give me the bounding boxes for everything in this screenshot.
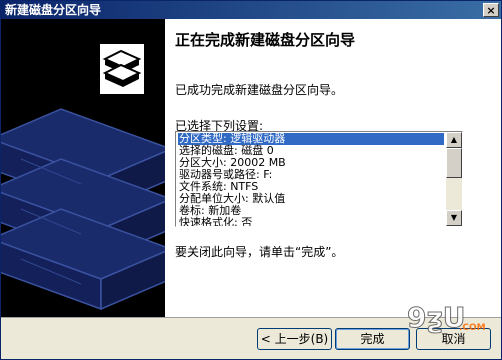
settings-line: 快速格式化: 否 [179,216,253,227]
disk-stack-illustration [1,19,165,317]
back-button[interactable]: < 上一步(B) [257,328,332,350]
wizard-content: 正在完成新建磁盘分区向导 已成功完成新建磁盘分区向导。 已选择下列设置: 分区类… [165,19,501,317]
wizard-window: 新建磁盘分区向导 × 正在完成新建磁盘分区向导 已成功完成新建磁盘分区向导。 已… [0,0,502,360]
title-bar: 新建磁盘分区向导 × [1,1,501,19]
window-title: 新建磁盘分区向导 [5,3,102,17]
close-hint-text: 要关闭此向导，请单击“完成”。 [175,245,344,259]
disk-wizard-icon [98,42,146,96]
scroll-thumb[interactable] [446,148,462,178]
settings-lines: 分区类型: 逻辑驱动器 选择的磁盘: 磁盘 0 分区大小: 20002 MB 驱动器号… [178,133,444,227]
summary-scrollbar[interactable]: ▲ ▼ [446,132,462,226]
intro-text: 已成功完成新建磁盘分区向导。 [175,83,344,97]
close-window-button[interactable]: × [483,3,499,17]
cancel-button[interactable]: 取消 [416,328,491,350]
scroll-up-button[interactable]: ▲ [446,132,462,148]
wizard-sidebar-graphic [1,19,165,317]
settings-summary-list[interactable]: 分区类型: 逻辑驱动器 选择的磁盘: 磁盘 0 分区大小: 20002 MB 驱动器号… [175,131,463,227]
wizard-heading: 正在完成新建磁盘分区向导 [175,31,356,49]
scroll-down-button[interactable]: ▼ [446,210,462,226]
button-bar: < 上一步(B) 完成 取消 [1,317,501,359]
finish-button[interactable]: 完成 [335,328,410,350]
